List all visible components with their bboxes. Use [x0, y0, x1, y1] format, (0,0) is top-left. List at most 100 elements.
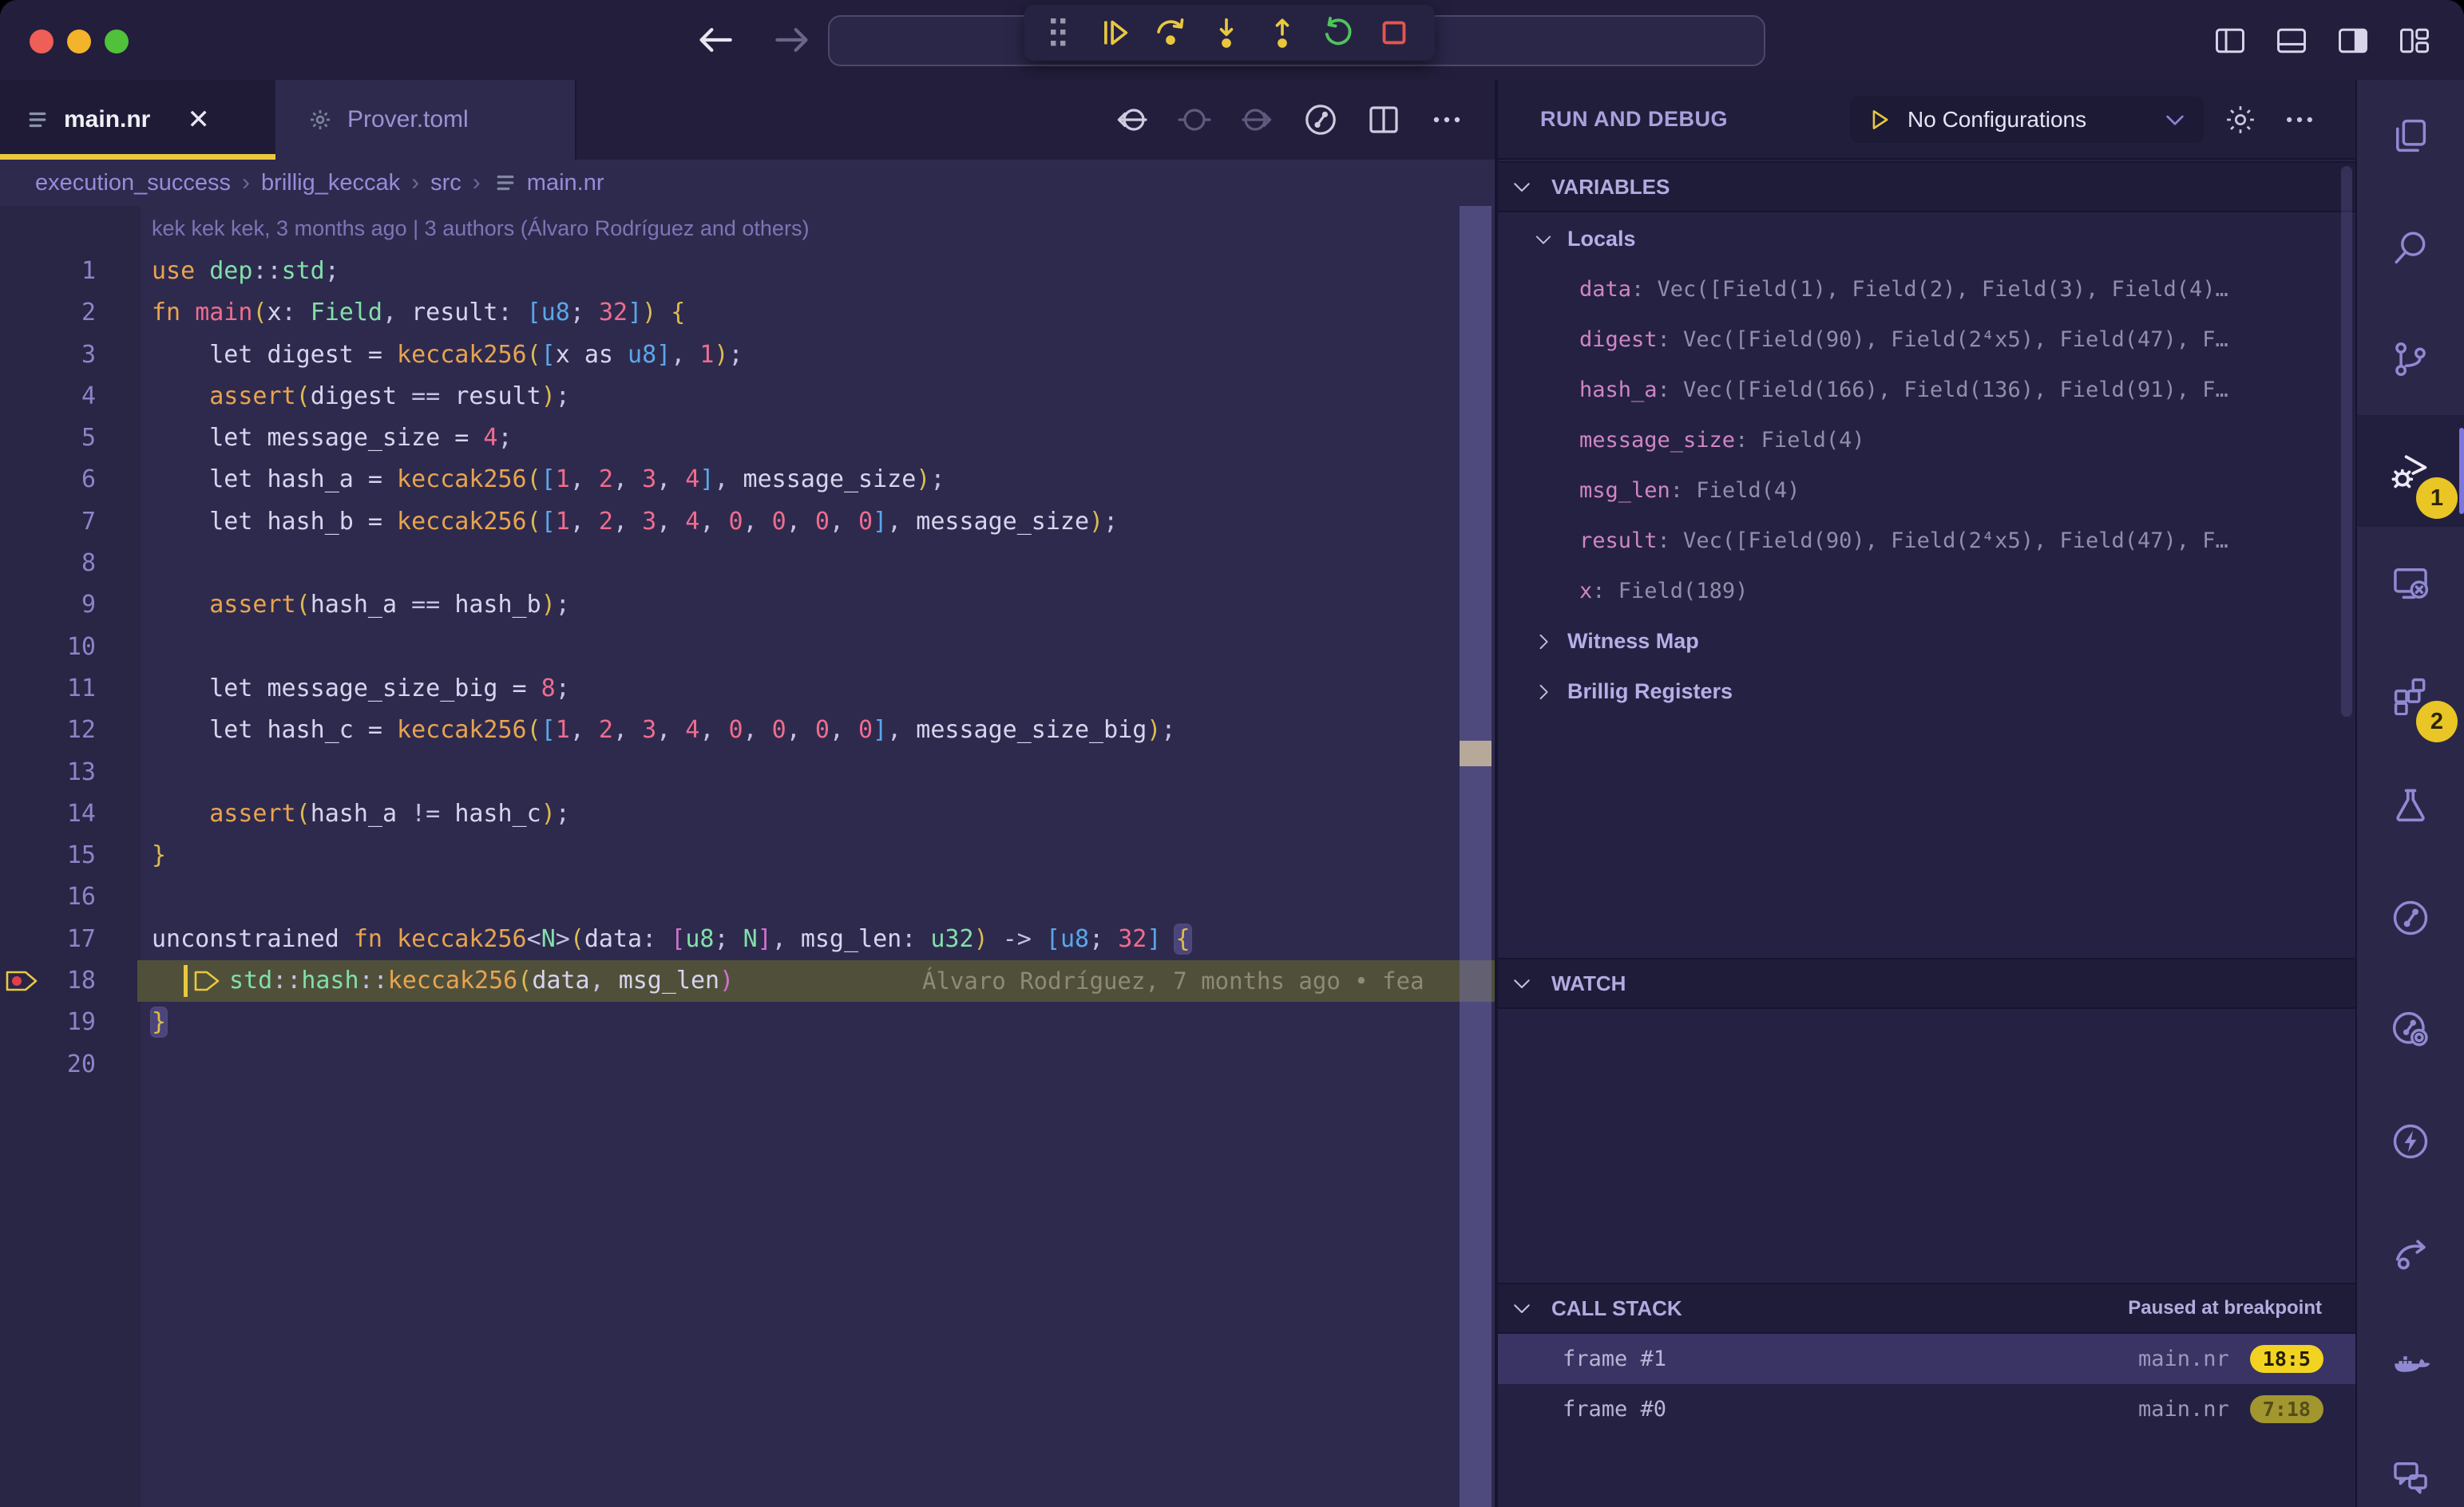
close-window-button[interactable]	[30, 30, 53, 53]
line-number[interactable]: 16	[0, 876, 96, 918]
activity-lightning-icon[interactable]	[2357, 1086, 2464, 1197]
code-line-17[interactable]: 17unconstrained fn keccak256<N>(data: [u…	[0, 919, 1495, 960]
code-line-1[interactable]: 1use dep::std;	[0, 251, 1495, 292]
more-actions-icon[interactable]	[2282, 102, 2317, 137]
code-line-4[interactable]: 4 assert(digest == result);	[0, 376, 1495, 417]
editor-scrollbar[interactable]	[1460, 206, 1491, 1507]
line-number[interactable]: 1	[0, 251, 96, 292]
line-number[interactable]: 7	[0, 501, 96, 543]
step-over-button[interactable]	[1152, 14, 1189, 51]
activity-search-icon[interactable]	[2357, 192, 2464, 303]
code-line-8[interactable]: 8	[0, 543, 1495, 584]
code-line-11[interactable]: 11 let message_size_big = 8;	[0, 668, 1495, 710]
stop-button[interactable]	[1376, 14, 1412, 51]
line-number[interactable]: 4	[0, 376, 96, 417]
more-actions-icon[interactable]	[1428, 101, 1466, 139]
code-line-15[interactable]: 15}	[0, 835, 1495, 876]
activity-explorer-icon[interactable]	[2357, 80, 2464, 192]
line-number[interactable]: 11	[0, 668, 96, 710]
line-number[interactable]: 12	[0, 710, 96, 751]
variable-message_size[interactable]: message_size: Field(4)	[1498, 415, 2355, 465]
line-number[interactable]: 9	[0, 584, 96, 626]
code-line-5[interactable]: 5 let message_size = 4;	[0, 417, 1495, 459]
code-editor[interactable]: kek kek kek, 3 months ago | 3 authors (Á…	[0, 206, 1495, 1507]
variable-result[interactable]: result: Vec([Field(90), Field(2⁴x5), Fie…	[1498, 516, 2355, 566]
variables-group-witness-map[interactable]: Witness Map	[1498, 616, 2355, 666]
code-line-18[interactable]: 18std::hash::keccak256(data, msg_len)Álv…	[0, 960, 1495, 1002]
code-line-3[interactable]: 3 let digest = keccak256([x as u8], 1);	[0, 334, 1495, 376]
breadcrumb-item[interactable]: brillig_keccak	[261, 170, 400, 196]
activity-comments-icon[interactable]	[2357, 1421, 2464, 1507]
line-number[interactable]: 13	[0, 752, 96, 793]
line-number[interactable]: 3	[0, 334, 96, 376]
activity-extensions-icon[interactable]: 2	[2357, 639, 2464, 750]
breadcrumb-item[interactable]: src	[430, 170, 462, 196]
activity-testing-icon[interactable]	[2357, 750, 2464, 862]
history-forward-icon[interactable]	[770, 18, 814, 62]
code-line-10[interactable]: 10	[0, 627, 1495, 668]
variables-section-header[interactable]: VARIABLES	[1498, 161, 2355, 212]
variable-data[interactable]: data: Vec([Field(1), Field(2), Field(3),…	[1498, 264, 2355, 314]
line-number[interactable]: 6	[0, 459, 96, 500]
step-into-button[interactable]	[1208, 14, 1245, 51]
line-number[interactable]: 15	[0, 835, 96, 876]
variable-msg_len[interactable]: msg_len: Field(4)	[1498, 465, 2355, 516]
variable-digest[interactable]: digest: Vec([Field(90), Field(2⁴x5), Fie…	[1498, 314, 2355, 365]
line-number[interactable]: 20	[0, 1044, 96, 1086]
line-number[interactable]: 2	[0, 292, 96, 334]
gear-icon[interactable]	[2223, 102, 2258, 137]
close-tab-icon[interactable]: ✕	[187, 106, 210, 133]
customize-layout-icon[interactable]	[2397, 23, 2432, 58]
call-stack-frame1[interactable]: frame #1main.nr18:5	[1498, 1334, 2355, 1384]
split-editor-icon[interactable]	[1365, 101, 1403, 139]
activity-source-control-icon[interactable]	[2357, 303, 2464, 415]
line-number[interactable]: 19	[0, 1002, 96, 1043]
code-line-16[interactable]: 16	[0, 876, 1495, 918]
zoom-window-button[interactable]	[105, 30, 129, 53]
git-blame-codelens[interactable]: kek kek kek, 3 months ago | 3 authors (Á…	[0, 206, 1495, 251]
activity-run-and-debug-icon[interactable]: 1	[2357, 415, 2464, 527]
variable-hash_a[interactable]: hash_a: Vec([Field(166), Field(136), Fie…	[1498, 365, 2355, 415]
run-or-debug-icon[interactable]	[1301, 101, 1340, 139]
activity-docker-icon[interactable]	[2357, 1309, 2464, 1421]
tab-Prover.toml[interactable]: Prover.toml	[275, 80, 576, 160]
debug-configuration-dropdown[interactable]: No Configurations	[1850, 97, 2204, 143]
code-line-20[interactable]: 20	[0, 1044, 1495, 1086]
navigate-forward-icon[interactable]	[1238, 101, 1277, 139]
variables-group-locals[interactable]: Locals	[1498, 214, 2355, 264]
panel-scrollbar[interactable]	[2341, 166, 2352, 717]
code-line-2[interactable]: 2fn main(x: Field, result: [u8; 32]) {	[0, 292, 1495, 334]
activity-remote-explorer-icon[interactable]	[2357, 527, 2464, 639]
watch-section-header[interactable]: WATCH	[1498, 958, 2355, 1009]
breakpoint-current-line-icon[interactable]	[5, 969, 40, 993]
line-number[interactable]: 14	[0, 793, 96, 835]
activity-commit-search-icon[interactable]	[2357, 974, 2464, 1086]
call-stack-frame0[interactable]: frame #0main.nr7:18	[1498, 1384, 2355, 1434]
drag-grip-handle[interactable]	[1040, 14, 1077, 51]
call-stack-section-header[interactable]: CALL STACK Paused at breakpoint	[1498, 1283, 2355, 1334]
variables-group-brillig-registers[interactable]: Brillig Registers	[1498, 666, 2355, 717]
panel-sash[interactable]	[1495, 80, 1498, 1507]
restart-button[interactable]	[1320, 14, 1357, 51]
toggle-secondary-sidebar-icon[interactable]	[2335, 23, 2371, 58]
line-number[interactable]: 5	[0, 417, 96, 459]
variable-x[interactable]: x: Field(189)	[1498, 566, 2355, 616]
code-line-19[interactable]: 19}	[0, 1002, 1495, 1043]
toggle-primary-sidebar-icon[interactable]	[2212, 23, 2248, 58]
code-line-12[interactable]: 12 let hash_c = keccak256([1, 2, 3, 4, 0…	[0, 710, 1495, 751]
code-line-9[interactable]: 9 assert(hash_a == hash_b);	[0, 584, 1495, 626]
navigate-back-icon[interactable]	[1112, 101, 1151, 139]
activity-commit-graph-icon[interactable]	[2357, 862, 2464, 974]
navigate-unavailable-icon[interactable]	[1175, 101, 1214, 139]
tab-main.nr[interactable]: main.nr✕	[0, 80, 275, 160]
line-number[interactable]: 10	[0, 627, 96, 668]
breadcrumb-item[interactable]: execution_success	[35, 170, 231, 196]
breadcrumb-file[interactable]: main.nr	[527, 170, 604, 196]
line-number[interactable]: 8	[0, 543, 96, 584]
activity-share-icon[interactable]	[2357, 1197, 2464, 1309]
line-number[interactable]: 17	[0, 919, 96, 960]
continue-button[interactable]	[1096, 14, 1133, 51]
step-out-button[interactable]	[1264, 14, 1301, 51]
code-line-7[interactable]: 7 let hash_b = keccak256([1, 2, 3, 4, 0,…	[0, 501, 1495, 543]
code-line-13[interactable]: 13	[0, 752, 1495, 793]
